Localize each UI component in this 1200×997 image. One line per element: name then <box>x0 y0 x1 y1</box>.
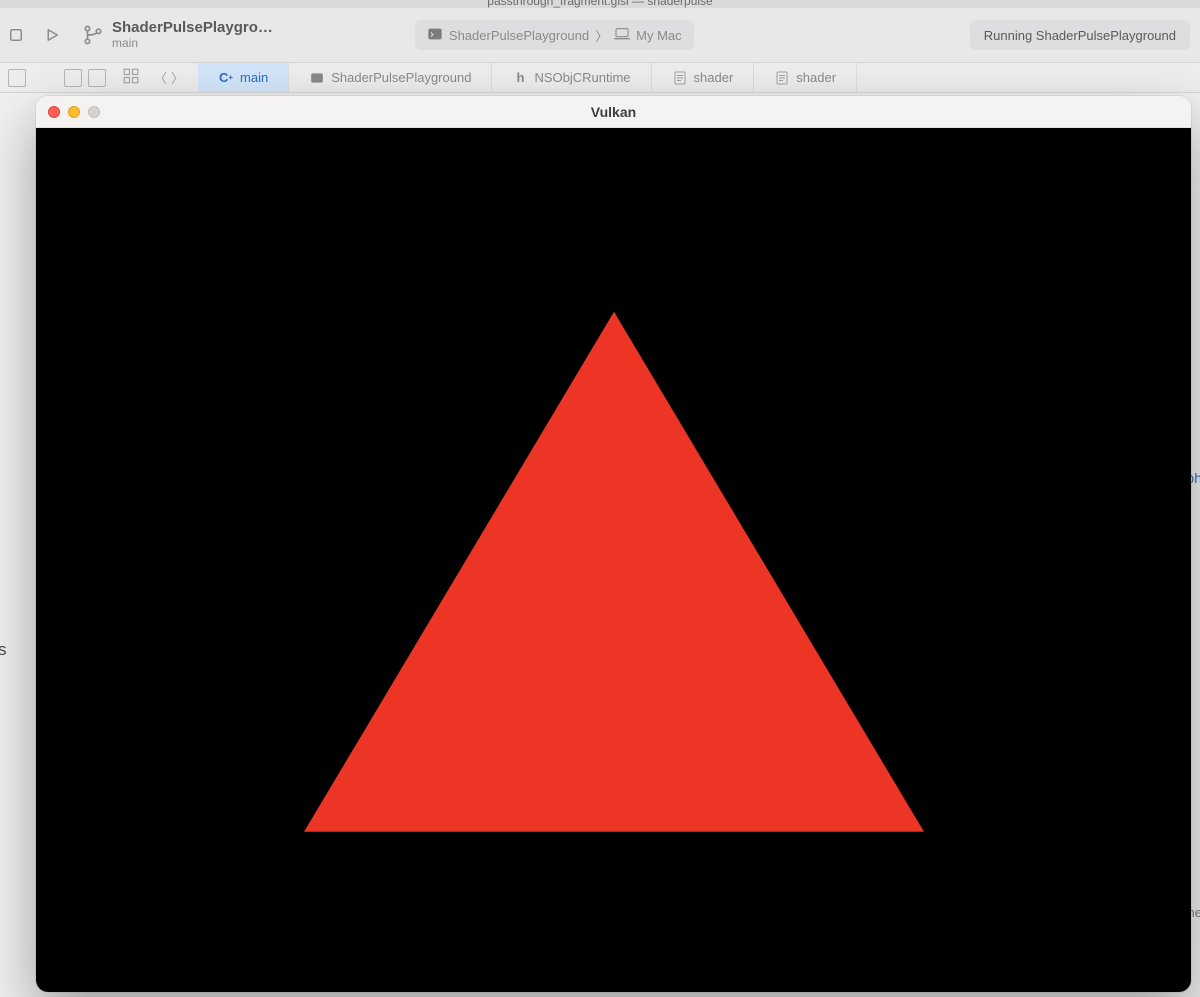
git-branch-indicator[interactable]: ShaderPulsePlaygro… main <box>82 19 273 50</box>
tab-main[interactable]: C+ main <box>198 63 289 92</box>
tabbar-nav-group: 〈 〉 <box>114 63 198 92</box>
window-controls <box>36 106 100 118</box>
c-plus-file-icon: C+ <box>218 70 234 86</box>
run-button[interactable] <box>40 23 64 47</box>
related-items-icon[interactable] <box>122 67 140 88</box>
terminal-icon <box>427 26 443 45</box>
scheme-selector[interactable]: ShaderPulsePlayground 〉 My Mac <box>415 20 694 50</box>
branch-name: main <box>112 37 273 51</box>
tab-label: shader <box>796 70 836 85</box>
tab-shader-2[interactable]: shader <box>754 63 857 92</box>
tabbar-left-tools <box>0 63 114 92</box>
ide-titlebar: passthrough_fragment.glsl — shaderpulse <box>0 0 1200 8</box>
chevron-right-icon: 〉 <box>595 26 608 45</box>
header-file-icon: h <box>512 70 528 86</box>
zoom-disabled-icon <box>88 106 100 118</box>
rendered-triangle <box>304 312 924 832</box>
panel-icon[interactable] <box>8 69 26 87</box>
edge-fragment-left: s <box>0 640 7 660</box>
branch-icon <box>82 21 104 49</box>
tab-label: shader <box>694 70 734 85</box>
close-icon[interactable] <box>48 106 60 118</box>
ide-tabbar: 〈 〉 C+ main ShaderPulsePlayground h NSOb… <box>0 63 1200 93</box>
tab-shaderpulseplayground[interactable]: ShaderPulsePlayground <box>289 63 492 92</box>
tab-shader-1[interactable]: shader <box>652 63 755 92</box>
scheme-device: My Mac <box>636 28 682 43</box>
nav-back-icon[interactable]: 〈 <box>154 68 167 87</box>
tab-label: main <box>240 70 268 85</box>
scheme-area: ShaderPulsePlaygro… main <box>82 19 273 50</box>
tab-nsobjcruntime[interactable]: h NSObjCRuntime <box>492 63 651 92</box>
project-name: ShaderPulsePlaygro… <box>112 19 273 36</box>
stop-button[interactable] <box>4 23 28 47</box>
nav-forward-icon[interactable]: 〉 <box>171 68 184 87</box>
panel3-icon[interactable] <box>88 69 106 87</box>
vulkan-window[interactable]: Vulkan <box>36 96 1191 992</box>
status-text: Running ShaderPulsePlayground <box>984 28 1176 43</box>
build-status[interactable]: Running ShaderPulsePlayground <box>970 20 1190 50</box>
tab-label: NSObjCRuntime <box>534 70 630 85</box>
text-file-icon <box>672 70 688 86</box>
ide-document-title: passthrough_fragment.glsl — shaderpulse <box>487 0 712 8</box>
vulkan-titlebar[interactable]: Vulkan <box>36 96 1191 128</box>
vulkan-window-title: Vulkan <box>36 104 1191 120</box>
scheme-target: ShaderPulsePlayground <box>449 28 589 43</box>
tab-label: ShaderPulsePlayground <box>331 70 471 85</box>
vulkan-canvas <box>36 128 1191 992</box>
ide-toolbar: ShaderPulsePlaygro… main ShaderPulsePlay… <box>0 8 1200 63</box>
text-file-icon <box>774 70 790 86</box>
panel2-icon[interactable] <box>64 69 82 87</box>
laptop-icon <box>614 28 630 43</box>
minimize-icon[interactable] <box>68 106 80 118</box>
terminal-file-icon <box>309 70 325 86</box>
